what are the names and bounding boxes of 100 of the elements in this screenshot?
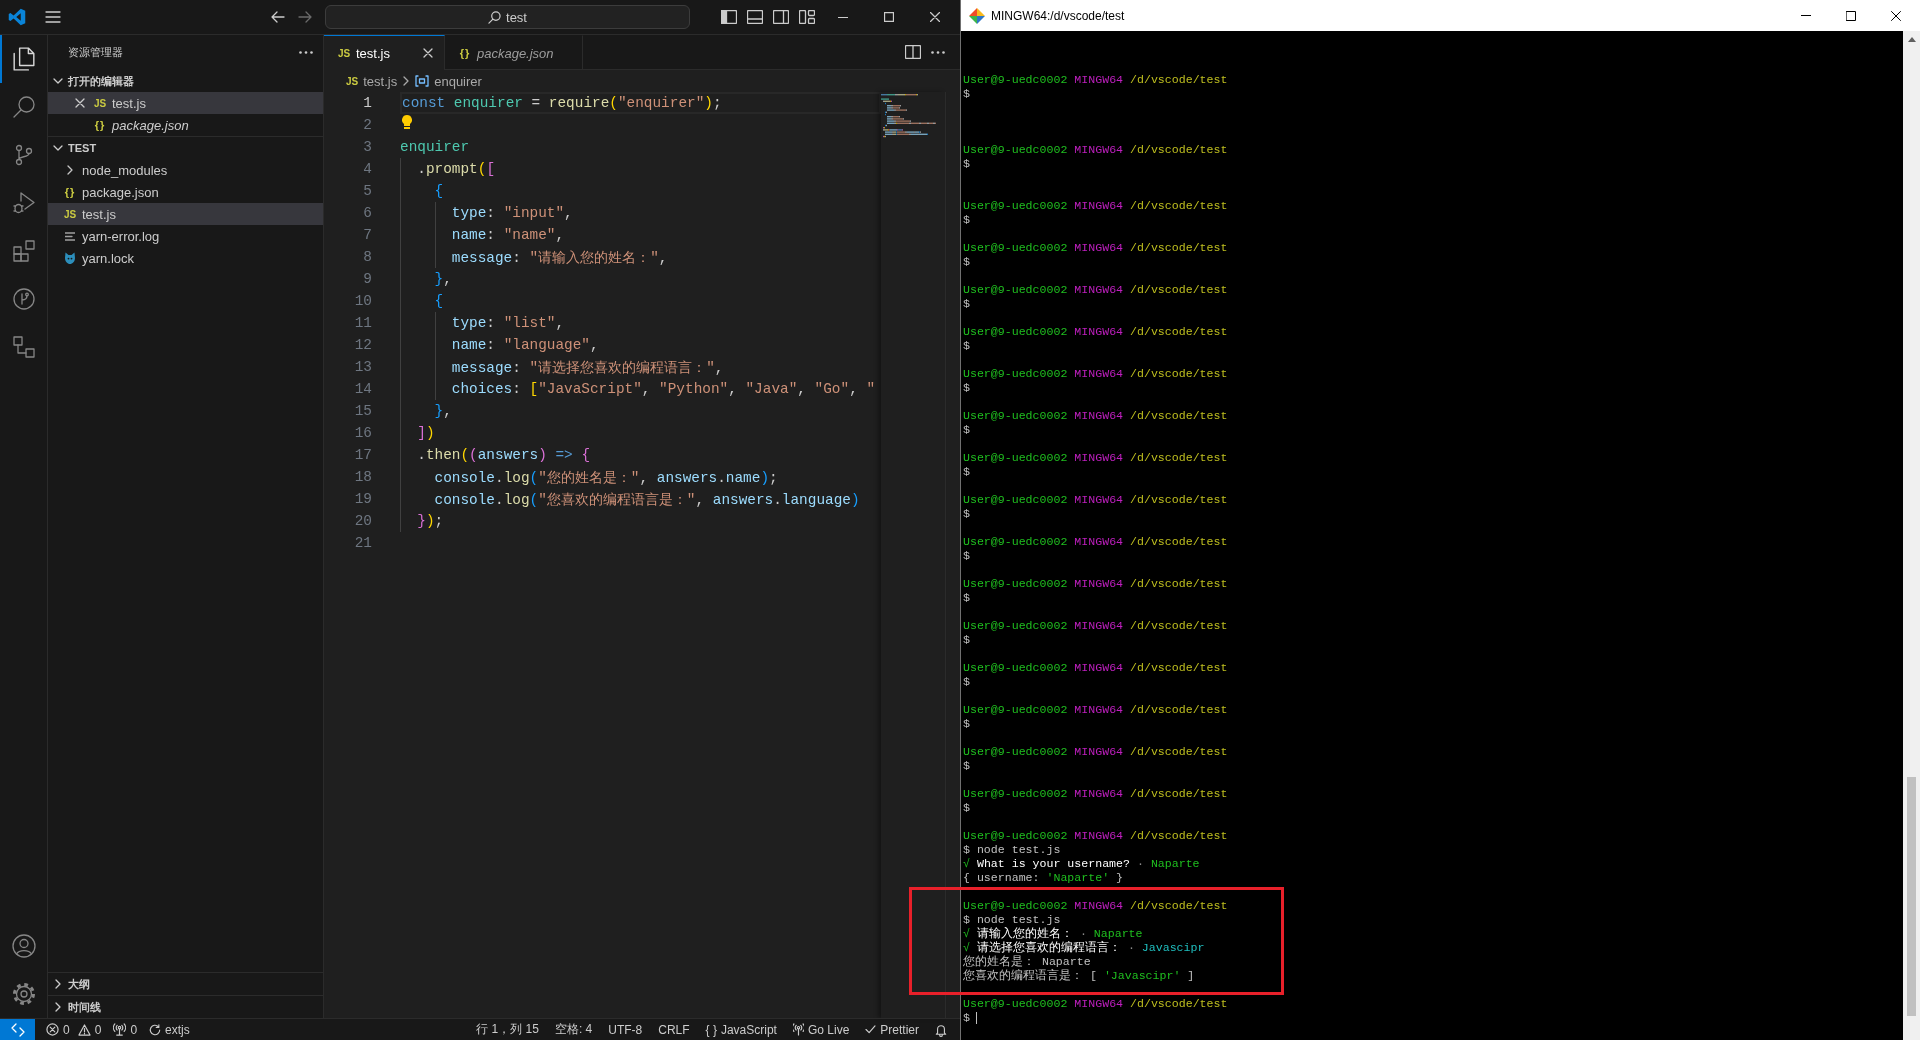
section-header[interactable]: TEST — [48, 137, 323, 159]
code-line: ]) — [417, 425, 435, 441]
breadcrumb-item[interactable]: enquirer — [415, 73, 482, 89]
right-panel-icon[interactable] — [773, 10, 789, 24]
terminal-line: $ — [963, 339, 970, 353]
code-line: message: "请选择您喜欢的编程语言：", — [451, 358, 724, 377]
prompt-line: User@9-uedc0002 MINGW64 /d/vscode/test — [963, 787, 1228, 801]
sidebar-title: 资源管理器 — [68, 45, 123, 60]
arrow-right-icon[interactable] — [298, 11, 312, 23]
file-item[interactable]: {} package.json — [48, 181, 323, 203]
editor-tab[interactable]: {} package.json — [444, 35, 583, 70]
prompt-line: User@9-uedc0002 MINGW64 /d/vscode/test — [963, 241, 1228, 255]
terminal-line: $ — [963, 549, 970, 563]
ports-button[interactable]: 0 — [108, 1019, 143, 1040]
prompt-line: User@9-uedc0002 MINGW64 /d/vscode/test — [963, 199, 1228, 213]
scrollbar-track[interactable] — [1903, 31, 1920, 1040]
arrow-left-icon[interactable] — [271, 11, 285, 23]
window-title: MINGW64:/d/vscode/test — [991, 8, 1125, 23]
breadcrumb-item[interactable]: JS test.js — [346, 73, 398, 89]
prettier-button[interactable]: Prettier — [860, 1019, 924, 1040]
go-live-button[interactable]: Go Live — [787, 1019, 855, 1040]
status-item[interactable]: UTF-8 — [603, 1019, 648, 1040]
problems-button[interactable]: 0 0 — [41, 1019, 107, 1040]
folder-item[interactable]: node_modules — [48, 159, 323, 181]
terminal-line: 您喜欢的编程语言是： [ 'Javascipr' ] — [963, 969, 1195, 983]
line-number: 1 — [362, 95, 372, 111]
split-editor-icon[interactable] — [905, 45, 921, 59]
status-item[interactable]: 空格: 4 — [549, 1019, 598, 1040]
prompt-line: User@9-uedc0002 MINGW64 /d/vscode/test — [963, 619, 1228, 633]
prompt-line: User@9-uedc0002 MINGW64 /d/vscode/test — [963, 745, 1228, 759]
layout-grid-icon[interactable] — [799, 10, 815, 24]
language-button[interactable]: { } JavaScript — [700, 1019, 782, 1040]
status-item[interactable]: 行 1，列 15 — [471, 1019, 544, 1040]
scrollbar-thumb[interactable] — [1907, 777, 1916, 1016]
js-file-icon: JS — [337, 47, 351, 59]
lightbulb-icon[interactable] — [402, 115, 412, 129]
prompt-line: User@9-uedc0002 MINGW64 /d/vscode/test — [963, 283, 1228, 297]
line-number: 7 — [362, 227, 372, 243]
terminal-line: $ — [963, 717, 970, 731]
prompt-line: User@9-uedc0002 MINGW64 /d/vscode/test — [963, 899, 1228, 913]
prompt-line: User@9-uedc0002 MINGW64 /d/vscode/test — [963, 577, 1228, 591]
terminal-line: $ — [963, 157, 970, 171]
prompt-line: User@9-uedc0002 MINGW64 /d/vscode/test — [963, 367, 1228, 381]
line-number: 16 — [353, 425, 372, 441]
more-icon[interactable] — [299, 51, 313, 54]
code-line: name: "name", — [451, 227, 565, 243]
line-number: 11 — [353, 315, 372, 331]
prompt-line: User@9-uedc0002 MINGW64 /d/vscode/test — [963, 451, 1228, 465]
terminal-line: $ — [963, 297, 970, 311]
line-number: 5 — [362, 183, 372, 199]
code-line: }, — [434, 403, 452, 419]
code-line: .prompt([ — [417, 161, 495, 177]
file-item[interactable]: yarn.lock — [48, 247, 323, 269]
terminal-line: $ — [963, 465, 970, 479]
command-center-search[interactable]: test — [325, 5, 690, 29]
line-number: 12 — [353, 337, 372, 353]
open-editor-item[interactable]: JS test.js — [48, 92, 323, 114]
arrow-up-icon[interactable] — [1907, 37, 1916, 42]
js-file-icon: JS — [93, 97, 107, 109]
terminal-line: $ node test.js — [963, 913, 1061, 927]
file-item[interactable]: JS test.js — [48, 203, 323, 225]
play-bug-icon — [12, 192, 35, 214]
terminal-line: $ — [963, 675, 970, 689]
line-number: 21 — [353, 535, 372, 551]
broadcast-icon — [792, 1023, 804, 1036]
bell-icon[interactable] — [935, 1022, 947, 1037]
maximize-icon[interactable] — [1846, 10, 1856, 21]
terminal-line: √ What is your username? · Naparte — [963, 857, 1200, 871]
line-number: 14 — [353, 381, 372, 397]
code-line: { — [434, 293, 444, 309]
editor-tab[interactable]: JS test.js — [324, 35, 445, 70]
more-icon[interactable] — [931, 50, 945, 54]
prompt-line: User@9-uedc0002 MINGW64 /d/vscode/test — [963, 535, 1228, 549]
branch-circle-icon — [12, 288, 35, 310]
line-number: 18 — [353, 469, 372, 485]
menu-icon[interactable] — [45, 11, 61, 23]
account-icon[interactable] — [11, 934, 36, 958]
section-header[interactable]: 时间线 — [48, 996, 323, 1018]
bottom-panel-icon[interactable] — [747, 10, 763, 24]
sync-button[interactable]: extjs — [144, 1019, 195, 1040]
section-header[interactable]: 打开的编辑器 — [48, 70, 323, 92]
open-editor-item[interactable]: {} package.json — [48, 114, 323, 136]
settings-icon[interactable] — [11, 982, 36, 1006]
code-line: type: "list", — [451, 315, 565, 331]
code-line: console.log("您喜欢的编程语言是：", answers.language) — [434, 490, 860, 509]
chevron-right-icon — [403, 76, 410, 86]
file-item[interactable]: yarn-error.log — [48, 225, 323, 247]
code-line: const enquirer = require("enquirer"); — [402, 95, 722, 111]
lines-icon — [65, 231, 75, 241]
line-number: 3 — [362, 139, 372, 155]
status-item[interactable]: CRLF — [653, 1019, 695, 1040]
code-line: choices: ["JavaScript", "Python", "Java", "Go", " — [451, 381, 876, 397]
braces-icon: { } — [705, 1022, 717, 1037]
remote-button[interactable] — [0, 1019, 35, 1040]
left-panel-icon[interactable] — [721, 10, 737, 24]
close-icon[interactable] — [1891, 10, 1901, 21]
line-number: 15 — [353, 403, 372, 419]
code-line: type: "input", — [451, 205, 573, 221]
prompt-line: User@9-uedc0002 MINGW64 /d/vscode/test — [963, 409, 1228, 423]
section-header[interactable]: 大纲 — [48, 973, 323, 995]
